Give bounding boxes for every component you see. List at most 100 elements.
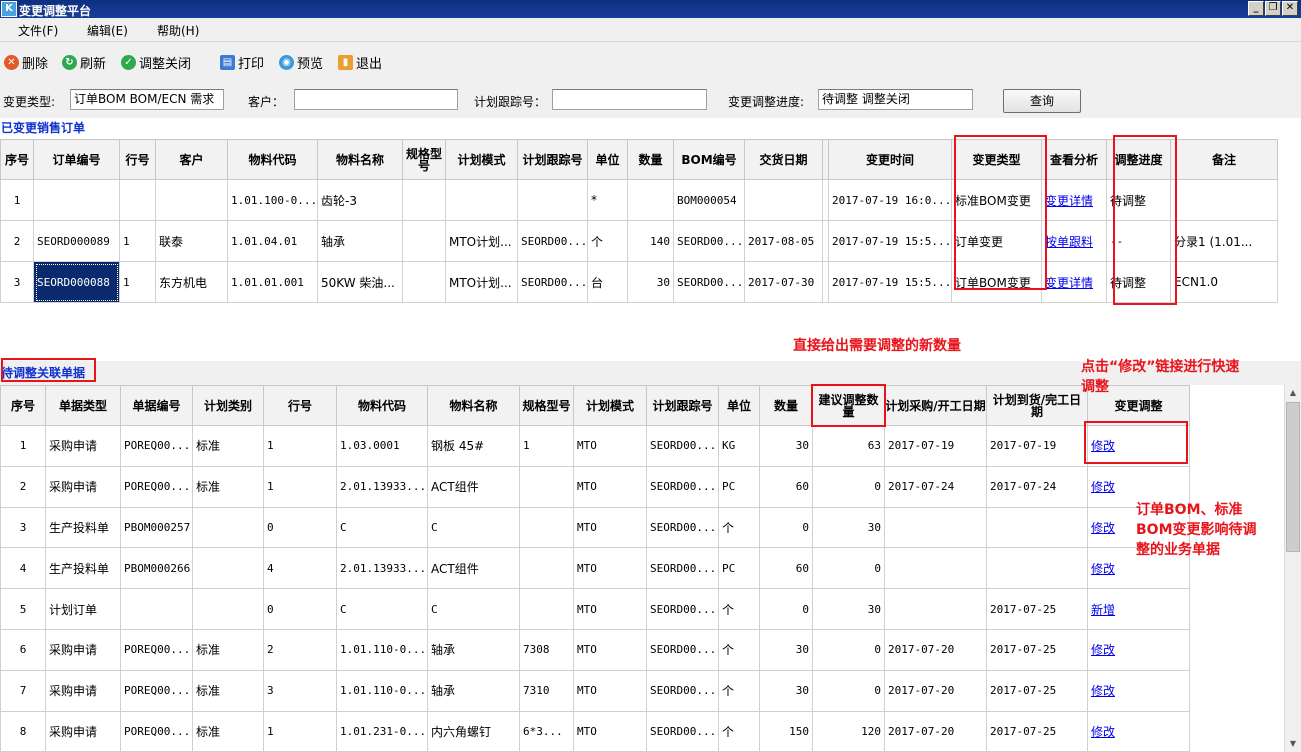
analysis-link[interactable]: 变更详情	[1045, 194, 1093, 208]
scroll-up-icon[interactable]: ▲	[1285, 385, 1301, 401]
scroll-thumb[interactable]	[1286, 402, 1300, 552]
table-cell: 2017-07-19	[884, 425, 987, 467]
docs-col-header-5[interactable]: 行号	[263, 385, 337, 426]
scroll-down-icon[interactable]: ▼	[1285, 736, 1301, 752]
table-cell: ECN1.0	[1170, 261, 1278, 303]
modify-link[interactable]: 修改	[1091, 643, 1115, 657]
table-cell: 2.01.13933...	[336, 465, 428, 508]
close-button[interactable]: ✕	[1282, 1, 1298, 16]
tracking-field[interactable]	[552, 89, 707, 110]
modify-link[interactable]: 修改	[1091, 684, 1115, 698]
orders-col-header-13[interactable]: 交货日期	[744, 139, 823, 180]
table-cell: 60	[759, 547, 813, 590]
table-cell: SEORD00...	[517, 261, 588, 303]
docs-col-header-7[interactable]: 物料名称	[427, 385, 520, 426]
orders-col-header-5[interactable]: 物料代码	[227, 139, 318, 180]
orders-col-header-7[interactable]: 规格型号	[402, 139, 446, 180]
exit-button[interactable]: ▮ 退出	[338, 53, 383, 72]
menu-edit[interactable]: 编辑(E)	[87, 22, 128, 39]
table-cell: 1	[519, 425, 574, 467]
add-link[interactable]: 新增	[1091, 603, 1115, 617]
docs-col-header-6[interactable]: 物料代码	[336, 385, 428, 426]
orders-col-header-12[interactable]: BOM编号	[673, 139, 745, 180]
table-cell: 0	[812, 465, 885, 508]
exit-label: 退出	[356, 56, 383, 72]
orders-col-header-9[interactable]: 计划跟踪号	[517, 139, 588, 180]
modify-link[interactable]: 修改	[1091, 480, 1115, 494]
table-row[interactable]: 2 SEORD000089 1 联泰 1.01.04.01 轴承 MTO计划... SEORD…	[0, 220, 1278, 262]
table-cell: 修改	[1087, 710, 1190, 752]
docs-col-header-4[interactable]: 计划类别	[192, 385, 264, 426]
table-row[interactable]: 6 采购申请 POREQ00... 标准 2 1.01.110-0... 轴承 7308 MTO…	[0, 628, 1190, 671]
filter-bar: 变更类型: 订单BOM BOM/ECN 需求 客户： 计划跟踪号： 变更调整进度…	[0, 82, 1301, 118]
minimize-button[interactable]: _	[1248, 1, 1264, 16]
table-cell: --	[1106, 220, 1171, 262]
table-row[interactable]: 8 采购申请 POREQ00... 标准 1 1.01.231-0... 内六角螺钉 6*3.…	[0, 710, 1190, 752]
docs-col-header-8[interactable]: 规格型号	[519, 385, 574, 426]
customer-field[interactable]	[294, 89, 458, 110]
orders-col-header-17[interactable]: 查看分析	[1041, 139, 1107, 180]
modify-link[interactable]: 修改	[1091, 439, 1115, 453]
table-cell: SEORD00...	[646, 465, 719, 508]
menu-file[interactable]: 文件(F)	[18, 22, 58, 39]
docs-col-header-15[interactable]: 计划到货/完工日期	[986, 385, 1088, 426]
preview-button[interactable]: ◉ 预览	[279, 53, 323, 72]
restore-button[interactable]: ❐	[1265, 1, 1281, 16]
table-row[interactable]: 2 采购申请 POREQ00... 标准 1 2.01.13933... ACT组件 MTO S…	[0, 465, 1190, 508]
orders-col-header-16[interactable]: 变更类型	[951, 139, 1042, 180]
orders-col-header-3[interactable]: 行号	[119, 139, 156, 180]
table-cell: 1.01.110-0...	[336, 628, 428, 671]
table-cell: 生产投料单	[45, 547, 121, 590]
refresh-button[interactable]: ↻ 刷新	[62, 53, 106, 72]
menu-bar: 文件(F) 编辑(E) 帮助(H)	[0, 18, 1301, 42]
adjust-close-button[interactable]: ✓ 调整关闭	[121, 53, 191, 72]
docs-col-header-2[interactable]: 单据类型	[45, 385, 121, 426]
modify-link[interactable]: 修改	[1091, 562, 1115, 576]
table-cell: POREQ00...	[120, 710, 193, 752]
orders-col-header-19[interactable]: 备注	[1170, 139, 1278, 180]
analysis-link[interactable]: 变更详情	[1045, 276, 1093, 290]
table-cell	[519, 547, 574, 590]
table-cell	[884, 547, 987, 590]
table-row[interactable]: 1 1.01.100-0... 齿轮-3 * BOM000054 2017-07-19 1…	[0, 179, 1278, 221]
table-cell: 7308	[519, 628, 574, 671]
modify-link[interactable]: 修改	[1091, 725, 1115, 739]
orders-col-header-4[interactable]: 客户	[155, 139, 228, 180]
table-cell: 3	[0, 506, 46, 549]
modify-link[interactable]: 修改	[1091, 521, 1115, 535]
menu-help[interactable]: 帮助(H)	[157, 22, 199, 39]
progress-field[interactable]: 待调整 调整关闭	[818, 89, 973, 110]
orders-col-header-11[interactable]: 数量	[627, 139, 674, 180]
vertical-scrollbar[interactable]: ▲ ▼	[1284, 385, 1301, 752]
query-button[interactable]: 查询	[1003, 89, 1081, 113]
delete-button[interactable]: ✕ 删除	[4, 53, 48, 72]
orders-col-header-1[interactable]: 序号	[0, 139, 34, 180]
table-cell: MTO	[573, 465, 647, 508]
analysis-link[interactable]: 按单跟料	[1045, 235, 1093, 249]
change-type-field[interactable]: 订单BOM BOM/ECN 需求	[70, 89, 224, 110]
orders-col-header-15[interactable]: 变更时间	[828, 139, 952, 180]
table-row[interactable]: 1 采购申请 POREQ00... 标准 1 1.03.0001 钢板 45# 1 MTO SEO…	[0, 425, 1190, 467]
table-row[interactable]: 4 生产投料单 PBOM000266 4 2.01.13933... ACT组件 MTO SE…	[0, 547, 1190, 590]
docs-col-header-12[interactable]: 数量	[759, 385, 813, 426]
table-cell	[192, 588, 264, 630]
table-cell: 120	[812, 710, 885, 752]
table-row[interactable]: 3 SEORD000088 1 东方机电 1.01.01.001 50KW 柴油... MT…	[0, 261, 1278, 303]
docs-col-header-10[interactable]: 计划跟踪号	[646, 385, 719, 426]
print-button[interactable]: ▤ 打印	[220, 53, 264, 72]
docs-col-header-3[interactable]: 单据编号	[120, 385, 193, 426]
docs-col-header-13[interactable]: 建议调整数量	[812, 385, 885, 426]
table-row[interactable]: 5 计划订单 0 C C MTO SEORD00... 个 0 30 2017-07-25 新增	[0, 588, 1190, 630]
orders-col-header-8[interactable]: 计划模式	[445, 139, 518, 180]
docs-col-header-14[interactable]: 计划采购/开工日期	[884, 385, 987, 426]
orders-col-header-10[interactable]: 单位	[587, 139, 628, 180]
orders-col-header-2[interactable]: 订单编号	[33, 139, 120, 180]
docs-col-header-1[interactable]: 序号	[0, 385, 46, 426]
table-cell: 2017-07-25	[986, 710, 1088, 752]
docs-col-header-11[interactable]: 单位	[718, 385, 760, 426]
table-row[interactable]: 3 生产投料单 PBOM000257 0 C C MTO SEORD00... 个 0 30 修改	[0, 506, 1190, 549]
orders-col-header-18[interactable]: 调整进度	[1106, 139, 1171, 180]
orders-col-header-6[interactable]: 物料名称	[317, 139, 403, 180]
table-row[interactable]: 7 采购申请 POREQ00... 标准 3 1.01.110-0... 轴承 7310 MTO…	[0, 669, 1190, 712]
docs-col-header-9[interactable]: 计划模式	[573, 385, 647, 426]
